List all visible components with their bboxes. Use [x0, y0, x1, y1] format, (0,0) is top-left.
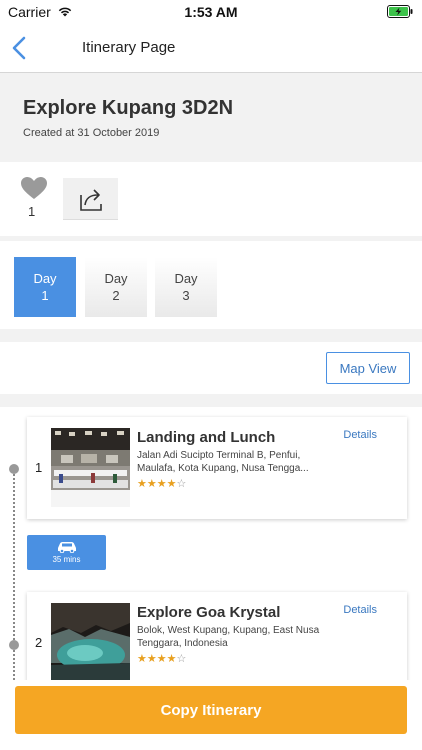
nav-bar: Itinerary Page [0, 24, 422, 73]
status-bar: Carrier 1:53 AM [0, 0, 422, 24]
stop-address: Jalan Adi Sucipto Terminal B, Penfui, Ma… [137, 450, 309, 474]
timeline-dot [9, 464, 19, 474]
day-tabs: Day 1 Day 2 Day 3 [0, 241, 422, 329]
star-rating: ★★★★☆ [137, 652, 186, 665]
stop-number: 1 [35, 460, 43, 475]
trip-header: Explore Kupang 3D2N Created at 31 Octobe… [0, 73, 422, 161]
timeline-line [13, 467, 15, 687]
trip-actions: 1 [0, 162, 422, 236]
star-empty-icon: ☆ [176, 653, 187, 665]
share-button[interactable] [63, 178, 118, 220]
tab-day-number: 3 [182, 288, 190, 303]
copy-itinerary-button[interactable]: Copy Itinerary [15, 686, 407, 734]
details-link[interactable]: Details [343, 604, 377, 616]
back-button[interactable] [6, 33, 32, 63]
star-filled-icon: ★ [156, 478, 167, 490]
tab-day-1[interactable]: Day 1 [14, 257, 76, 317]
tab-day-number: 2 [112, 288, 120, 303]
car-icon [57, 542, 76, 553]
map-view-row: Map View [0, 342, 422, 394]
star-filled-icon: ★ [137, 653, 147, 665]
star-rating: ★★★★☆ [137, 477, 186, 490]
battery-charging-icon [387, 5, 414, 21]
stop-card[interactable]: 2 Explore Goa Krystal Bolok, West Kupang… [27, 592, 407, 687]
itinerary-page: Carrier 1:53 AM Itinerary Page Explore K… [0, 0, 422, 750]
tab-day-label: Day [33, 271, 57, 286]
nav-title: Itinerary Page [82, 39, 176, 56]
star-filled-icon: ★ [146, 478, 157, 490]
star-empty-icon: ☆ [176, 478, 187, 490]
trip-title: Explore Kupang 3D2N [23, 97, 234, 119]
stop-card[interactable]: 1 Landing and Lunch Jalan Adi Sucipto Te… [27, 417, 407, 519]
star-filled-icon: ★ [166, 653, 177, 665]
stop-address: Bolok, West Kupang, Kupang, East Nusa Te… [137, 625, 320, 649]
chevron-left-icon [12, 36, 26, 60]
like-count: 1 [28, 204, 36, 219]
stop-photo-airport [51, 428, 130, 507]
like-button[interactable] [20, 176, 48, 200]
status-right [387, 5, 414, 21]
timeline-dot [9, 640, 19, 650]
tab-day-3[interactable]: Day 3 [155, 257, 217, 317]
tab-day-number: 1 [41, 288, 49, 303]
transit-duration: 35 mins [52, 555, 81, 564]
star-filled-icon: ★ [146, 653, 157, 665]
stop-name: Explore Goa Krystal [137, 604, 281, 621]
star-filled-icon: ★ [156, 653, 167, 665]
trip-created-date: Created at 31 October 2019 [23, 127, 160, 139]
stop-name: Landing and Lunch [137, 429, 276, 446]
share-icon [79, 188, 102, 211]
star-filled-icon: ★ [166, 478, 177, 490]
details-link[interactable]: Details [343, 429, 377, 441]
stop-number: 2 [35, 635, 43, 650]
tab-day-label: Day [174, 271, 198, 286]
transit-badge: 35 mins [27, 535, 106, 570]
tab-day-label: Day [104, 271, 128, 286]
map-view-button[interactable]: Map View [326, 352, 410, 384]
heart-icon [21, 177, 47, 199]
stop-photo-cave [51, 603, 130, 682]
tab-day-2[interactable]: Day 2 [85, 257, 147, 317]
star-filled-icon: ★ [137, 478, 147, 490]
status-time: 1:53 AM [184, 4, 238, 20]
bottom-bar: Copy Itinerary [0, 680, 422, 750]
itinerary-list[interactable]: 1 Landing and Lunch Jalan Adi Sucipto Te… [0, 407, 422, 687]
